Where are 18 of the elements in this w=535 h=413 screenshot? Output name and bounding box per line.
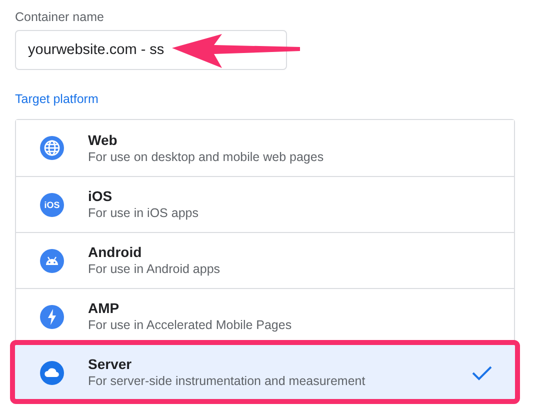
android-icon: [40, 248, 64, 272]
option-title: iOS: [88, 187, 114, 205]
option-description: For use in Accelerated Mobile Pages: [88, 317, 293, 334]
option-description: For use in iOS apps: [88, 205, 200, 222]
cloud-icon: [40, 360, 64, 384]
ios-icon: iOS: [40, 192, 64, 216]
option-description: For server-side instrumentation and measurement: [88, 373, 366, 390]
option-title: AMP: [88, 299, 120, 317]
section-label: Target platform: [15, 92, 100, 106]
option-description: For use on desktop and mobile web pages: [88, 148, 325, 166]
globe-icon: [40, 136, 64, 160]
option-title: Android: [88, 243, 143, 261]
option-description: For use in Android apps: [88, 261, 222, 278]
option-title: Server: [88, 355, 133, 373]
checkmark-icon: [472, 364, 492, 380]
option-title: Web: [88, 130, 118, 148]
lightning-icon: [40, 304, 64, 328]
field-label: Container name: [15, 10, 105, 24]
